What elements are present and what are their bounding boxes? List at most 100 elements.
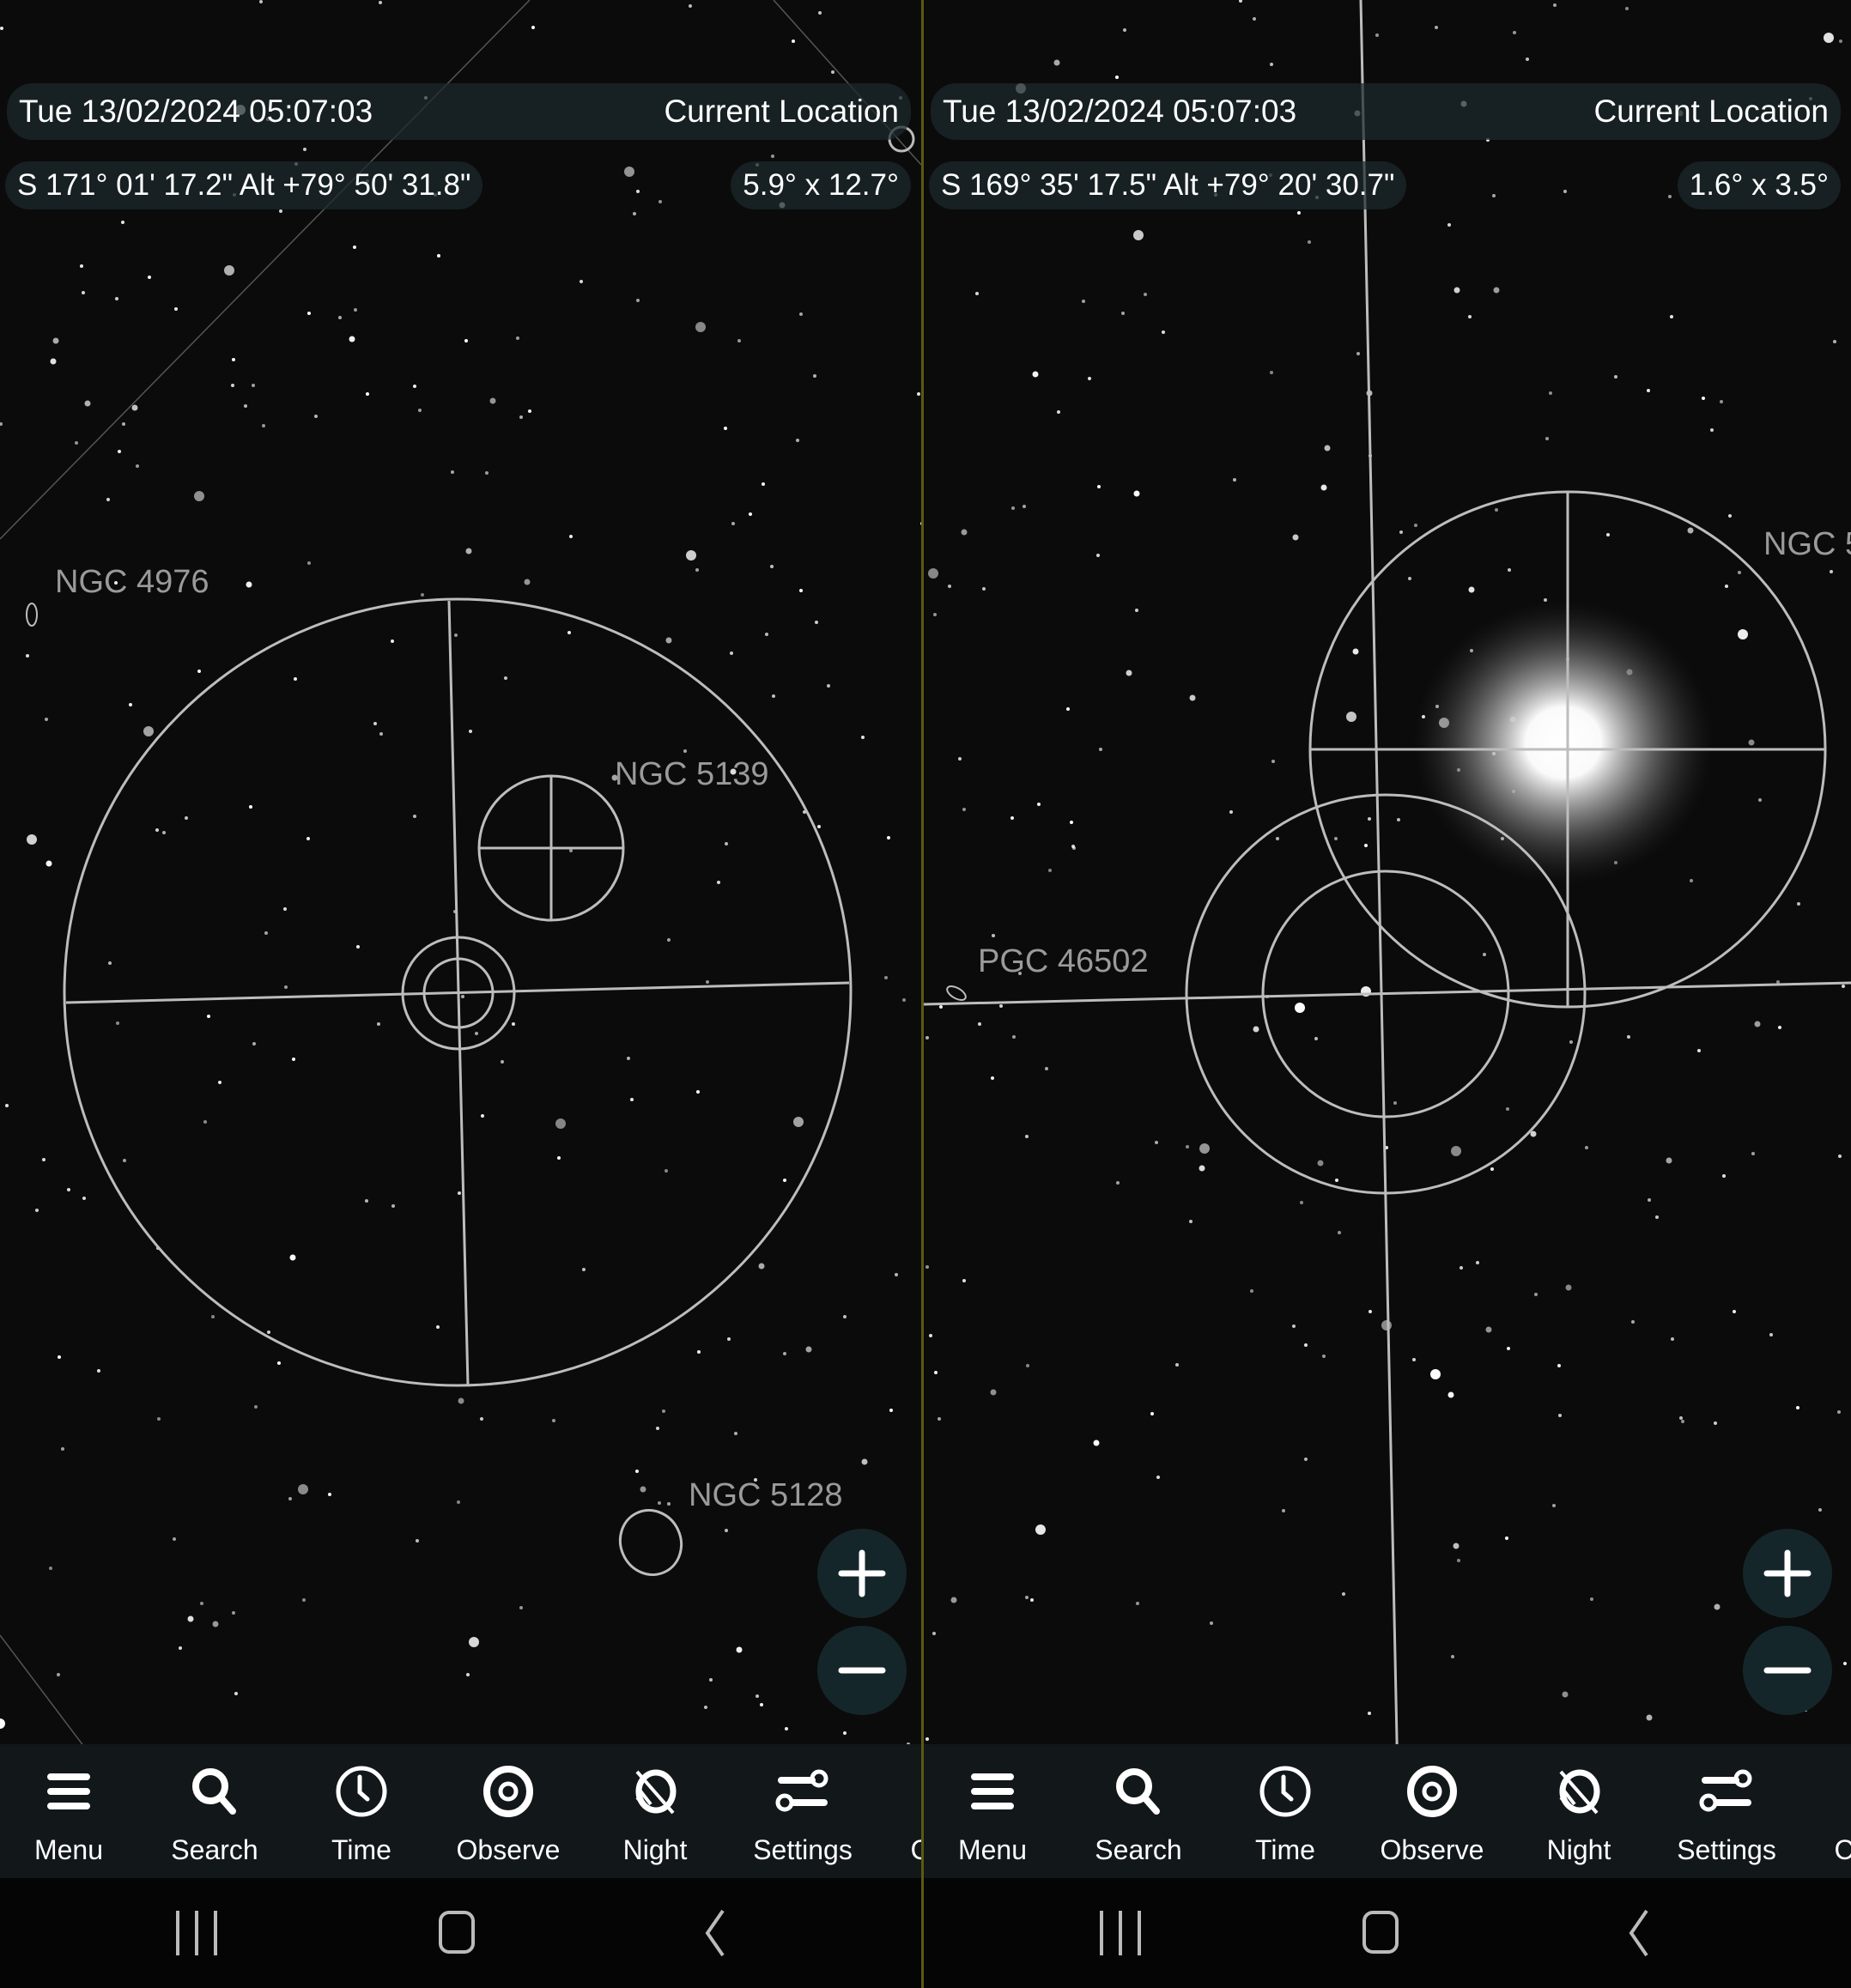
star <box>1342 1592 1345 1596</box>
zoom-out-button[interactable] <box>817 1626 907 1715</box>
toolbar-night-button[interactable]: Night <box>1510 1744 1648 1878</box>
star <box>727 1337 731 1341</box>
star-field <box>0 0 921 1988</box>
star <box>1393 1101 1397 1105</box>
star <box>338 316 342 319</box>
home-icon[interactable] <box>1346 1904 1415 1962</box>
star <box>1430 1369 1441 1379</box>
minus-icon <box>1763 1667 1812 1674</box>
home-icon[interactable] <box>422 1904 491 1962</box>
zoom-out-button[interactable] <box>1743 1626 1832 1715</box>
star <box>1123 28 1126 32</box>
star <box>1485 1326 1492 1333</box>
star <box>1451 1146 1461 1156</box>
star <box>35 1209 39 1212</box>
star <box>950 1597 957 1603</box>
star <box>827 684 830 688</box>
sky-view-right[interactable]: NGC 5 PGC 46502 Tue 13/02/2024 05:07:03 … <box>924 0 1851 1988</box>
recents-icon[interactable] <box>1086 1904 1155 1962</box>
star <box>1451 1655 1454 1658</box>
location[interactable]: Current Location <box>1593 94 1829 130</box>
toolbar-search-button[interactable]: Search <box>146 1744 283 1878</box>
sky-map[interactable]: NGC 5 PGC 46502 <box>924 0 1851 1988</box>
star <box>1460 1266 1463 1270</box>
back-icon[interactable] <box>1605 1904 1674 1962</box>
pgc46502-marker <box>946 985 967 1001</box>
sky-view-left[interactable]: NGC 4976 NGC 5139 NGC 5128 Tue 13/02/202… <box>0 0 921 1988</box>
star <box>1099 748 1102 751</box>
star <box>1453 287 1460 294</box>
star <box>665 637 672 644</box>
star <box>815 621 818 624</box>
star <box>1679 1416 1683 1420</box>
toolbar-menu-button[interactable]: Menu <box>924 1744 1061 1878</box>
datetime[interactable]: Tue 13/02/2024 05:07:03 <box>943 94 1296 130</box>
toolbar-observe-button[interactable]: Observe <box>440 1744 577 1878</box>
star <box>557 1156 561 1160</box>
star <box>232 1611 235 1615</box>
star <box>307 561 311 565</box>
star <box>1322 1355 1326 1358</box>
toolbar-time-button[interactable]: Time <box>1217 1744 1354 1878</box>
star <box>683 749 687 753</box>
recents-icon[interactable] <box>162 1904 231 1962</box>
star <box>736 1646 743 1653</box>
back-icon[interactable] <box>682 1904 750 1962</box>
zoom-in-button[interactable] <box>817 1529 907 1618</box>
datetime[interactable]: Tue 13/02/2024 05:07:03 <box>19 94 373 130</box>
toolbar-label: Time <box>331 1834 391 1865</box>
toolbar-observe-button[interactable]: Observe <box>1363 1744 1501 1878</box>
star <box>379 732 383 736</box>
star <box>1646 1714 1653 1721</box>
star <box>734 1432 737 1435</box>
star <box>1025 1596 1029 1599</box>
star <box>292 1058 295 1061</box>
star <box>1670 315 1673 318</box>
star <box>1545 437 1549 440</box>
toolbar-night-button[interactable]: Night <box>586 1744 724 1878</box>
star <box>580 280 583 283</box>
info-bar[interactable]: Tue 13/02/2024 05:07:03 Current Location <box>931 83 1841 140</box>
star <box>1381 1320 1392 1330</box>
star <box>1352 648 1359 655</box>
star <box>1468 586 1475 593</box>
star <box>929 1334 932 1337</box>
star <box>366 392 369 396</box>
star <box>902 998 906 1002</box>
location[interactable]: Current Location <box>664 94 899 130</box>
star <box>1714 1603 1721 1610</box>
info-bar[interactable]: Tue 13/02/2024 05:07:03 Current Location <box>7 83 911 140</box>
toolbar-label: Observe <box>1380 1834 1484 1865</box>
star <box>1156 1476 1160 1479</box>
toolbar-c-button[interactable]: C <box>852 1744 921 1878</box>
star <box>475 1032 478 1035</box>
star <box>1714 1421 1717 1425</box>
star <box>123 1159 126 1162</box>
sky-map[interactable]: NGC 4976 NGC 5139 NGC 5128 <box>0 0 921 1988</box>
star <box>783 1352 786 1355</box>
star <box>1842 985 1845 988</box>
star <box>1071 845 1075 848</box>
star <box>636 190 640 193</box>
toolbar-settings-button[interactable]: Settings <box>734 1744 871 1878</box>
star <box>1133 490 1140 497</box>
star <box>1314 1037 1318 1040</box>
toolbar-search-button[interactable]: Search <box>1070 1744 1207 1878</box>
grid-line <box>0 0 531 540</box>
star <box>1725 585 1728 588</box>
star <box>1239 0 1242 3</box>
toolbar-c-button[interactable]: C <box>1775 1744 1851 1878</box>
toolbar-time-button[interactable]: Time <box>293 1744 430 1878</box>
star <box>667 938 671 942</box>
toolbar-settings-button[interactable]: Settings <box>1658 1744 1795 1878</box>
toolbar-menu-button[interactable]: Menu <box>0 1744 137 1878</box>
star <box>1483 953 1486 956</box>
star <box>75 441 78 445</box>
star <box>115 297 118 300</box>
zoom-in-button[interactable] <box>1743 1529 1832 1618</box>
star <box>978 1022 981 1026</box>
star <box>1253 17 1256 21</box>
star <box>413 815 416 818</box>
toolbar-label: Night <box>1546 1834 1611 1865</box>
star <box>1121 312 1125 315</box>
